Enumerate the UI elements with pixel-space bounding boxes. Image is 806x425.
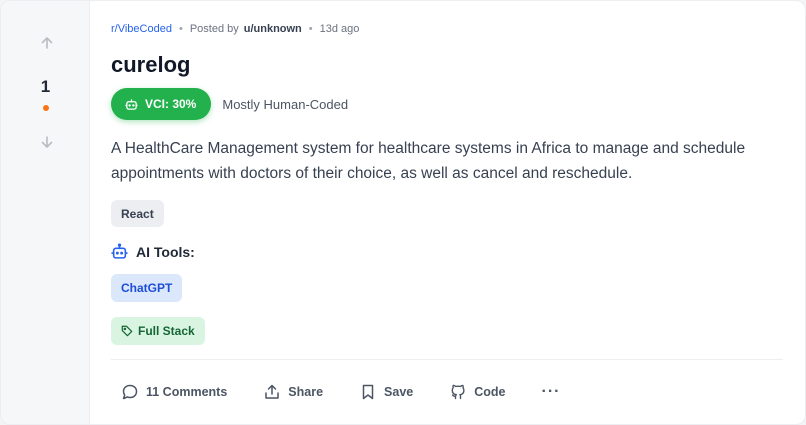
category-tag[interactable]: Full Stack [111,317,205,345]
subreddit-link[interactable]: r/VibeCoded [111,23,172,35]
github-icon [451,384,465,400]
meta-separator: • [178,23,183,35]
robot-icon [111,243,128,259]
post-card: 1 r/VibeCoded • Posted by u/unknown • 13… [0,0,806,425]
vci-row: VCI: 30% Mostly Human-Coded [111,88,348,120]
more-options-button[interactable]: ··· [541,380,560,404]
vci-label: VCI: 30% [145,97,197,111]
ai-tools-heading: AI Tools: [111,243,195,260]
comment-icon [122,384,138,400]
share-icon [265,384,280,399]
post-description: A HealthCare Management system for healt… [111,140,746,182]
comments-label: 11 Comments [146,385,228,399]
upvote-button[interactable] [37,33,57,53]
vote-count: 1 [40,77,51,96]
ai-tool-tag-chatgpt[interactable]: ChatGPT [111,274,183,302]
post-age: 13d ago [319,23,360,35]
meta-separator: • [308,23,313,35]
code-label: Code [474,385,506,399]
more-icon: ··· [541,383,561,400]
category-label: Full Stack [138,324,195,338]
save-label: Save [384,385,414,399]
actions-divider [111,359,783,360]
vci-description: Mostly Human-Coded [222,96,349,112]
vote-column: 1 [1,1,90,424]
downvote-button[interactable] [37,132,57,152]
post-title[interactable]: curelog [111,52,190,78]
bookmark-icon [362,384,374,400]
robot-icon [125,98,138,110]
tag-icon [121,325,133,337]
code-button[interactable]: Code [449,380,505,404]
posted-by-label: Posted by [189,23,239,35]
ai-tools-label: AI Tools: [136,243,195,260]
share-label: Share [288,385,324,399]
post-meta: r/VibeCoded • Posted by u/unknown • 13d … [111,23,359,35]
tech-tag-react[interactable]: React [111,200,164,227]
arrow-down-icon [41,136,53,148]
vote-indicator-dot [43,105,49,111]
vci-badge: VCI: 30% [111,88,212,120]
save-button[interactable]: Save [359,380,413,404]
comments-button[interactable]: 11 Comments [121,380,227,404]
author-link[interactable]: u/unknown [244,23,302,35]
post-actions: 11 Comments Share Save Code ··· [121,380,560,404]
share-button[interactable]: Share [263,380,323,404]
arrow-up-icon [41,37,53,49]
